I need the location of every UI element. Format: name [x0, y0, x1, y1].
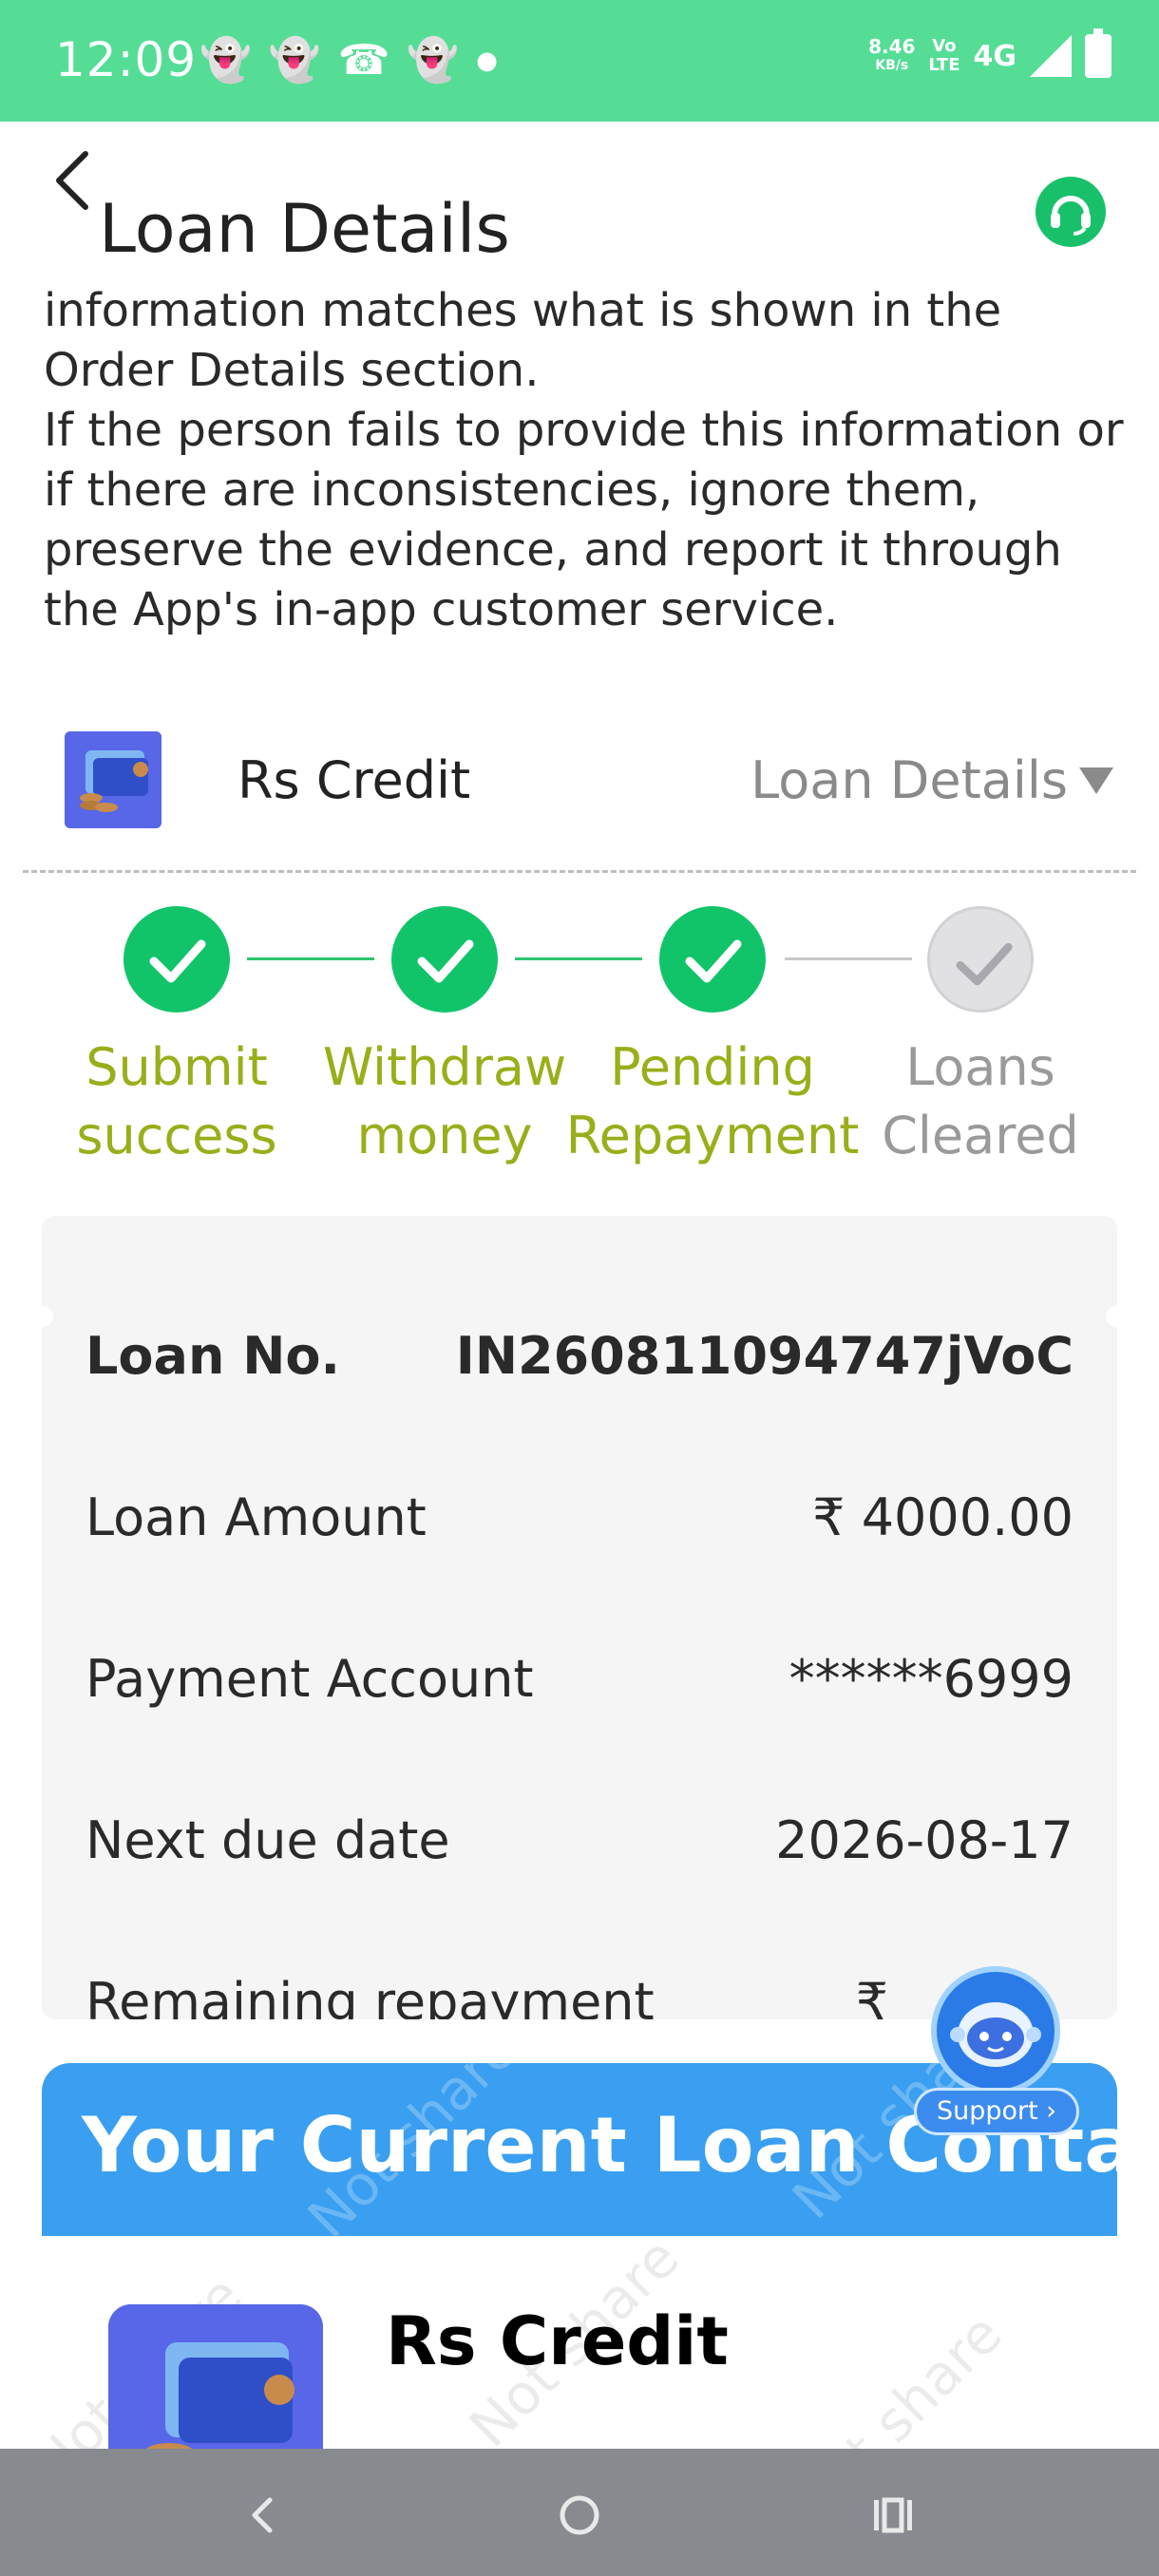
system-icons: 8.46 KB/s Vo LTE 4G — [868, 28, 1112, 78]
nav-home-icon — [560, 2495, 599, 2535]
net-speed: 8.46 KB/s — [868, 35, 916, 73]
card-notch — [1106, 1306, 1127, 1327]
app-name: Rs Credit — [238, 750, 471, 810]
step-connector — [785, 957, 912, 960]
volte-icon: Vo LTE — [928, 36, 960, 75]
app-row: Rs Credit Loan Details — [0, 722, 1159, 836]
nav-home-button[interactable] — [542, 2477, 618, 2553]
back-button[interactable] — [46, 142, 103, 218]
step-complete-icon — [391, 906, 498, 1013]
due-date: 2026-08-17 — [775, 1809, 1074, 1870]
row-label: Loan No. — [86, 1325, 340, 1386]
step-label-submit: Submit success — [76, 1037, 277, 1165]
nav-back-button[interactable] — [224, 2477, 300, 2553]
battery-icon — [1085, 28, 1112, 78]
whatsapp-icon: ☎ — [337, 36, 390, 85]
notification-icons: 👻 👻 ☎ 👻 ● — [200, 36, 498, 85]
instructions-text: information matches what is shown in the… — [44, 285, 1127, 665]
back-arrow-icon — [56, 151, 88, 210]
support-avatar — [931, 1966, 1060, 2095]
headset-icon — [1051, 196, 1091, 236]
step-complete-icon — [124, 906, 230, 1013]
loan-progress-stepper: Submit success Withdraw money Pending Re… — [0, 902, 1159, 1178]
payment-account-row: Payment Account ******6999 — [86, 1640, 1074, 1716]
snapchat-icon: 👻 — [407, 36, 460, 85]
row-label: Next due date — [86, 1809, 450, 1870]
step-label-withdraw: Withdraw money — [322, 1037, 567, 1165]
nav-back-icon — [252, 2497, 273, 2533]
step-connector — [515, 957, 642, 960]
nav-recents-icon — [874, 2497, 912, 2533]
row-label: Payment Account — [86, 1648, 534, 1709]
app-logo — [65, 731, 162, 828]
support-button[interactable]: Support › — [912, 1966, 1083, 2137]
snapchat-icon: 👻 — [268, 36, 321, 85]
contact-app-name: Rs Credit — [386, 2302, 729, 2380]
remaining-repayment: ₹ — [855, 1971, 889, 2020]
row-label: Loan Amount — [86, 1487, 427, 1547]
signal-icon — [1030, 35, 1072, 77]
loan-number: IN260811094747jVoC — [455, 1325, 1074, 1386]
page-title: Loan Details — [99, 190, 510, 268]
customer-service-button[interactable] — [1036, 177, 1106, 247]
support-label: Support › — [914, 2088, 1079, 2135]
snapchat-icon: 👻 — [200, 36, 252, 85]
loan-info-card: Loan No. IN260811094747jVoC Loan Amount … — [42, 1216, 1117, 2019]
loan-number-row: Loan No. IN260811094747jVoC — [86, 1317, 1074, 1393]
network-type: 4G — [973, 39, 1017, 73]
step-label-pending: Pending Repayment — [565, 1037, 860, 1165]
status-time: 12:09 — [55, 32, 198, 87]
loan-details-dropdown[interactable]: Loan Details — [750, 750, 1113, 810]
dashed-divider — [23, 870, 1136, 873]
step-pending-icon — [927, 906, 1034, 1013]
step-label-cleared: Loans Cleared — [882, 1037, 1079, 1165]
caret-down-icon — [1079, 767, 1113, 794]
loan-amount: ₹ 4000.00 — [812, 1487, 1074, 1547]
loan-amount-row: Loan Amount ₹ 4000.00 — [86, 1479, 1074, 1555]
wallet-icon — [65, 731, 162, 828]
payment-account: ******6999 — [788, 1648, 1074, 1709]
navigation-bar — [0, 2449, 1159, 2576]
status-bar: 12:09 👻 👻 ☎ 👻 ● 8.46 KB/s Vo LTE 4G — [0, 0, 1159, 122]
nav-recents-button[interactable] — [855, 2477, 931, 2553]
row-label: Remaining repayment — [86, 1971, 655, 2020]
due-date-row: Next due date 2026-08-17 — [86, 1802, 1074, 1878]
card-notch — [32, 1306, 53, 1327]
step-complete-icon — [659, 906, 766, 1013]
step-connector — [247, 957, 374, 960]
robot-icon — [950, 2002, 1041, 2067]
dot-icon: ● — [476, 47, 498, 75]
instructions-line: information matches what is shown in the… — [44, 285, 1002, 397]
loan-details-label: Loan Details — [750, 750, 1068, 810]
instructions-line: If the person fails to provide this info… — [44, 404, 1124, 636]
